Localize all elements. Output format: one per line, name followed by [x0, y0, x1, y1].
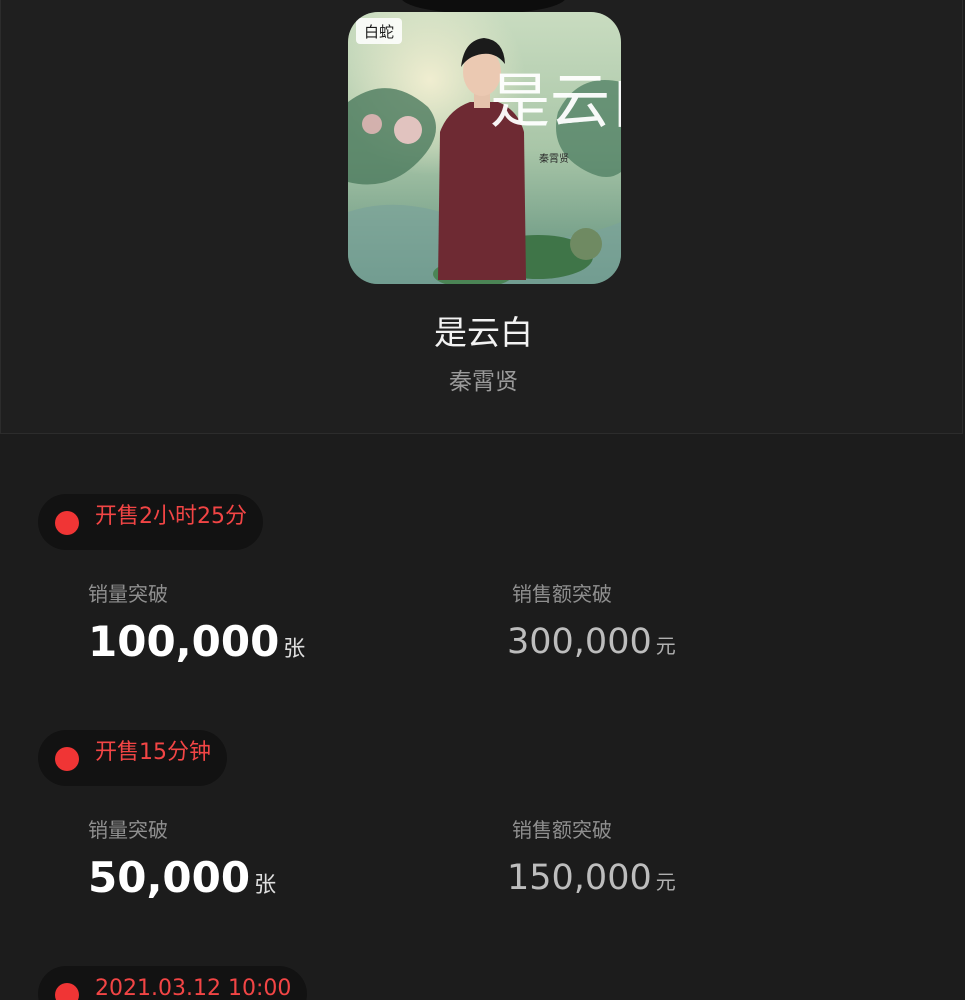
revenue-unit: 元: [655, 870, 676, 894]
milestone-time: 2021.03.12 10:00: [95, 976, 292, 1000]
sales-value: 50,000: [88, 853, 251, 902]
milestone-time: 开售15分钟: [95, 740, 211, 765]
song-title: 是云白: [434, 313, 533, 352]
milestone-time: 开售2小时25分: [95, 504, 247, 529]
milestone-time-badge: 开售15分钟: [38, 730, 227, 786]
milestone-time-badge: 2021.03.12 10:00: [38, 966, 308, 1000]
sales-value-group: 100,000 张: [88, 616, 305, 668]
revenue-value: 300,000: [507, 622, 652, 662]
revenue-value-group: 300,000 元: [507, 616, 676, 668]
album-cover-image[interactable]: 是云白 秦霄贤 白蛇: [348, 12, 621, 284]
red-dot-icon: [55, 511, 79, 535]
revenue-value-group: 150,000 元: [507, 852, 676, 904]
cover-logo: 白蛇: [364, 23, 394, 41]
revenue-unit: 元: [655, 634, 676, 658]
sales-value-group: 50,000 张: [88, 852, 276, 904]
artist-name[interactable]: 秦霄贤: [1, 364, 965, 400]
album-sales-page: 是云白 秦霄贤 白蛇 是云白 秦霄贤 开售2小时25分 销量突破 100,000…: [0, 0, 965, 1000]
sales-label: 销量突破: [88, 582, 168, 606]
revenue-label: 销售额突破: [512, 582, 612, 606]
album-header: 是云白 秦霄贤 白蛇 是云白 秦霄贤: [0, 0, 963, 434]
sales-label: 销量突破: [88, 818, 168, 842]
sales-unit: 张: [283, 637, 306, 662]
sales-value: 100,000: [88, 617, 280, 666]
red-dot-icon: [55, 983, 79, 1000]
revenue-label: 销售额突破: [512, 818, 612, 842]
cover-title-art: 是云白: [490, 67, 621, 137]
red-dot-icon: [55, 747, 79, 771]
revenue-value: 150,000: [507, 858, 652, 898]
sales-unit: 张: [254, 873, 277, 898]
milestone-time-badge: 开售2小时25分: [38, 494, 263, 550]
cover-credit: 秦霄贤: [539, 152, 569, 165]
